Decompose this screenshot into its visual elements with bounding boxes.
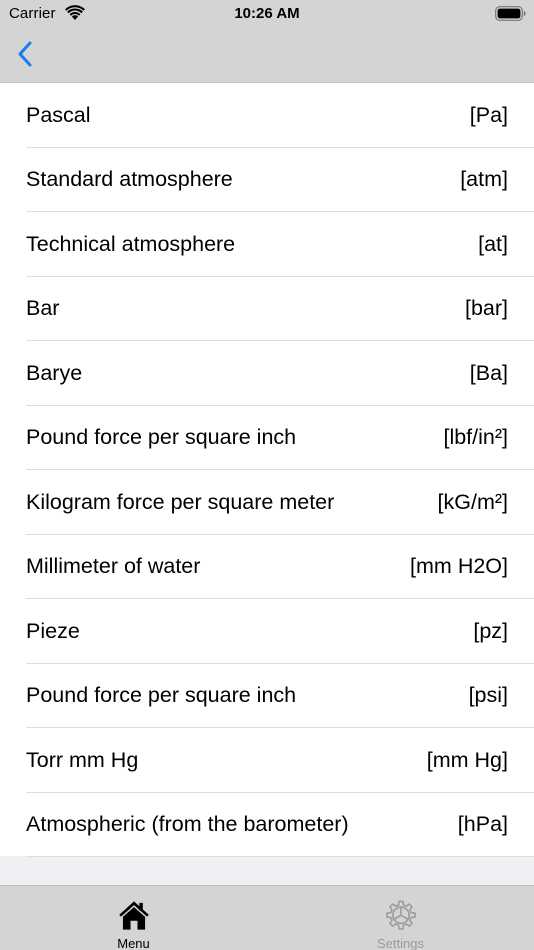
list-item[interactable]: Millimeter of water [mm H2O] (0, 535, 534, 600)
unit-symbol: [bar] (464, 296, 508, 321)
pressure-unit-list: Pascal [Pa] Standard atmosphere [atm] Te… (0, 83, 534, 858)
status-bar: Carrier 10:26 AM (0, 0, 534, 28)
battery-icon (495, 6, 526, 21)
tab-label: Settings (377, 936, 424, 950)
list-item[interactable]: Pascal [Pa] (0, 83, 534, 148)
unit-name: Technical atmosphere (26, 231, 236, 256)
unit-name: Pound force per square inch (26, 425, 297, 450)
unit-symbol: [mm Hg] (426, 747, 508, 772)
list-item[interactable]: Bar [bar] (0, 277, 534, 342)
unit-symbol: [at] (478, 231, 508, 256)
status-time: 10:26 AM (234, 5, 300, 22)
list-item[interactable]: Pound force per square inch [lbf/in²] (0, 406, 534, 471)
unit-symbol: [psi] (468, 683, 508, 708)
unit-name: Pascal (26, 102, 91, 127)
unit-symbol: [kG/m²] (437, 489, 508, 514)
unit-name: Torr mm Hg (26, 747, 139, 772)
unit-name: Barye (26, 360, 83, 385)
unit-name: Millimeter of water (26, 554, 201, 579)
navigation-bar (0, 28, 534, 83)
unit-symbol: [Pa] (469, 102, 508, 127)
list-item[interactable]: Technical atmosphere [at] (0, 212, 534, 277)
unit-name: Pieze (26, 618, 80, 643)
unit-symbol: [pz] (473, 618, 508, 643)
list-item[interactable]: Pound force per square inch [psi] (0, 664, 534, 729)
chevron-left-icon (18, 41, 32, 67)
list-item[interactable]: Atmospheric (from the barometer) [hPa] (0, 793, 534, 858)
unit-name: Atmospheric (from the barometer) (26, 812, 349, 837)
unit-name: Standard atmosphere (26, 167, 233, 192)
unit-name: Kilogram force per square meter (26, 489, 335, 514)
unit-symbol: [mm H2O] (410, 554, 508, 579)
list-item[interactable]: Kilogram force per square meter [kG/m²] (0, 470, 534, 535)
back-button[interactable] (8, 36, 42, 72)
tab-menu[interactable]: Menu (0, 886, 267, 950)
list-item[interactable]: Torr mm Hg [mm Hg] (0, 728, 534, 793)
unit-name: Bar (26, 296, 60, 321)
gear-icon (385, 900, 416, 930)
list-item[interactable]: Pieze [pz] (0, 599, 534, 664)
unit-symbol: [Ba] (469, 360, 508, 385)
unit-name: Pound force per square inch (26, 683, 297, 708)
unit-symbol: [atm] (460, 167, 508, 192)
unit-symbol: [hPa] (457, 812, 508, 837)
unit-symbol: [lbf/in²] (443, 425, 508, 450)
list-item[interactable]: Standard atmosphere [atm] (0, 148, 534, 213)
list-item[interactable]: Barye [Ba] (0, 341, 534, 406)
tab-label: Menu (117, 936, 150, 950)
tab-bar: Menu Settings (0, 885, 534, 950)
tab-settings[interactable]: Settings (267, 886, 534, 950)
home-icon (118, 901, 149, 930)
top-bar: Carrier 10:26 AM (0, 0, 534, 83)
app-screen: Carrier 10:26 AM Pascal [Pa] Standard at… (0, 0, 534, 950)
